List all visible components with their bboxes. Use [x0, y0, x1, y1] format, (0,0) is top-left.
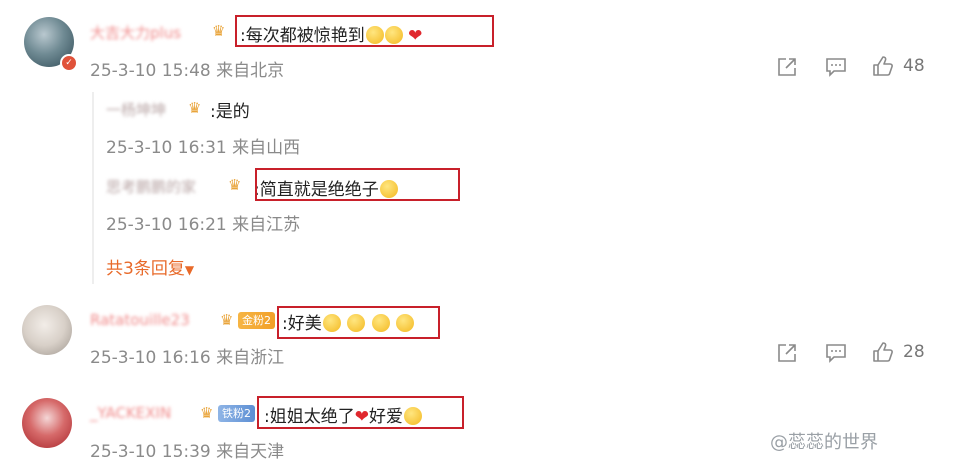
fan-badge: 金粉2 — [238, 312, 275, 329]
like-count: 28 — [903, 342, 925, 362]
like-icon[interactable] — [872, 341, 894, 363]
comment-meta: 25-3-10 15:39 来自天津 — [90, 442, 285, 462]
comment-username[interactable]: Ratatouille23 — [90, 311, 190, 329]
crown-icon: ♛ — [228, 176, 242, 194]
fan-badge: 铁粉2 — [218, 405, 255, 422]
reply-meta: 25-3-10 16:21 来自江苏 — [106, 215, 301, 235]
share-icon[interactable] — [776, 56, 798, 78]
comment-icon[interactable] — [825, 342, 847, 364]
comment-username[interactable]: _YACKEXIN — [90, 404, 171, 422]
more-replies-label: 共3条回复 — [106, 259, 185, 279]
avatar[interactable] — [22, 398, 72, 448]
like-count: 48 — [903, 56, 925, 76]
avatar[interactable] — [22, 305, 72, 355]
reply-content: :是的 — [210, 102, 250, 122]
reply-username[interactable]: 思考鹏鹏的家 — [106, 176, 196, 197]
crown-icon: ♛ — [212, 22, 226, 40]
crown-icon: ♛ — [220, 311, 234, 329]
highlight-box — [235, 15, 494, 47]
share-icon[interactable] — [776, 342, 798, 364]
verified-icon: ✓ — [60, 54, 78, 72]
highlight-box — [257, 396, 464, 429]
comment-meta: 25-3-10 16:16 来自浙江 — [90, 348, 285, 368]
reply-username[interactable]: 一杨坤坤 — [106, 99, 166, 120]
more-replies-link[interactable]: 共3条回复▼ — [106, 254, 194, 279]
highlight-box — [277, 306, 440, 339]
watermark: @蕊蕊的世界 — [770, 432, 878, 453]
highlight-box — [255, 168, 460, 201]
comment-meta: 25-3-10 15:48 来自北京 — [90, 61, 285, 81]
crown-icon: ♛ — [188, 99, 202, 117]
reply-meta: 25-3-10 16:31 来自山西 — [106, 138, 301, 158]
comment-username[interactable]: 大吉大力plus — [90, 22, 181, 43]
triangle-down-icon: ▼ — [184, 263, 195, 277]
like-icon[interactable] — [872, 55, 894, 77]
comment-icon[interactable] — [825, 56, 847, 78]
reply-divider — [92, 92, 94, 284]
crown-icon: ♛ — [200, 404, 214, 422]
